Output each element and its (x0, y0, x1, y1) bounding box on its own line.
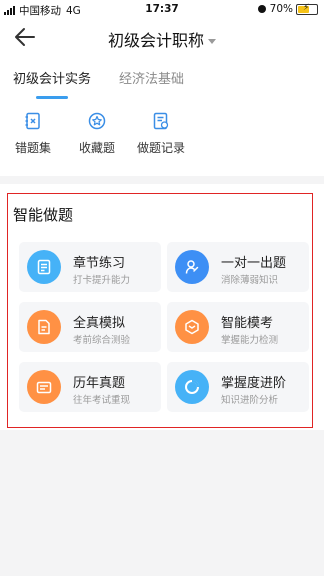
notebook-x-icon (25, 112, 40, 130)
past-exams-subtitle: 往年考试重现 (73, 395, 131, 406)
one-on-one-subtitle: 消除薄弱知识 (221, 275, 279, 286)
caret-down-icon (208, 39, 216, 44)
smart-practice-section: 智能做题 章节练习 打卡提升能力 一对一出题 消除薄弱知识 全真模拟 考前综合测… (7, 193, 313, 428)
tab-primary-accounting[interactable]: 初级会计实务 (13, 68, 91, 87)
record-list-icon (153, 112, 169, 130)
one-on-one-card[interactable]: 一对一出题 消除薄弱知识 (167, 242, 309, 292)
full-simulation-subtitle: 考前综合测验 (73, 335, 131, 346)
one-on-one-icon-bg (175, 250, 209, 284)
chapter-practice-title: 章节练习 (73, 256, 126, 271)
mastery-progress-title: 掌握度进阶 (221, 376, 287, 391)
smart-mock-exam-title: 智能模考 (221, 316, 274, 331)
full-simulation-card[interactable]: 全真模拟 考前综合测验 (19, 302, 161, 352)
exam-paper-icon (38, 319, 50, 335)
favorites-button[interactable]: 收藏题 (67, 112, 127, 156)
mastery-progress-icon-bg (175, 370, 209, 404)
alarm-icon (257, 5, 266, 13)
active-tab-indicator (36, 96, 68, 99)
battery-icon: ⚡ (296, 3, 318, 15)
full-simulation-title: 全真模拟 (73, 316, 126, 331)
smart-mock-exam-card[interactable]: 智能模考 掌握能力检测 (167, 302, 309, 352)
smart-mock-exam-icon-bg (175, 310, 209, 344)
section-divider (0, 176, 324, 184)
page-title: 初级会计职称 (107, 31, 204, 50)
wrong-questions-button[interactable]: 错题集 (3, 112, 63, 156)
section-title: 智能做题 (13, 206, 74, 224)
page-background-bottom (0, 430, 324, 576)
status-right: 70% ⚡ (257, 3, 318, 15)
one-on-one-title: 一对一出题 (221, 256, 287, 271)
smart-cube-icon (185, 319, 199, 335)
past-exams-title: 历年真题 (73, 376, 126, 391)
tab-economic-law[interactable]: 经济法基础 (119, 68, 184, 87)
subject-selector[interactable]: 初级会计职称 (0, 27, 324, 51)
teacher-icon (185, 260, 199, 274)
practice-record-label: 做题记录 (136, 141, 185, 155)
document-icon (37, 259, 51, 275)
past-exams-icon-bg (27, 370, 61, 404)
star-circle-icon (88, 112, 106, 130)
full-simulation-icon-bg (27, 310, 61, 344)
mastery-progress-subtitle: 知识进阶分析 (221, 395, 279, 406)
nav-header: 初级会计职称 (0, 18, 324, 56)
smart-mock-exam-subtitle: 掌握能力检测 (221, 335, 279, 346)
subject-tabs: 初级会计实务 经济法基础 (0, 58, 324, 102)
progress-ring-icon (185, 379, 200, 394)
status-bar: 中国移动 4G 17:37 70% ⚡ (0, 0, 324, 18)
wrong-questions-label: 错题集 (14, 141, 51, 155)
mastery-progress-card[interactable]: 掌握度进阶 知识进阶分析 (167, 362, 309, 412)
past-paper-icon (36, 381, 52, 394)
chapter-practice-card[interactable]: 章节练习 打卡提升能力 (19, 242, 161, 292)
chapter-practice-subtitle: 打卡提升能力 (73, 275, 131, 286)
battery-percent: 70% (269, 3, 293, 15)
chapter-practice-icon-bg (27, 250, 61, 284)
past-exams-card[interactable]: 历年真题 往年考试重现 (19, 362, 161, 412)
favorites-label: 收藏题 (78, 141, 115, 155)
practice-record-button[interactable]: 做题记录 (131, 112, 191, 156)
